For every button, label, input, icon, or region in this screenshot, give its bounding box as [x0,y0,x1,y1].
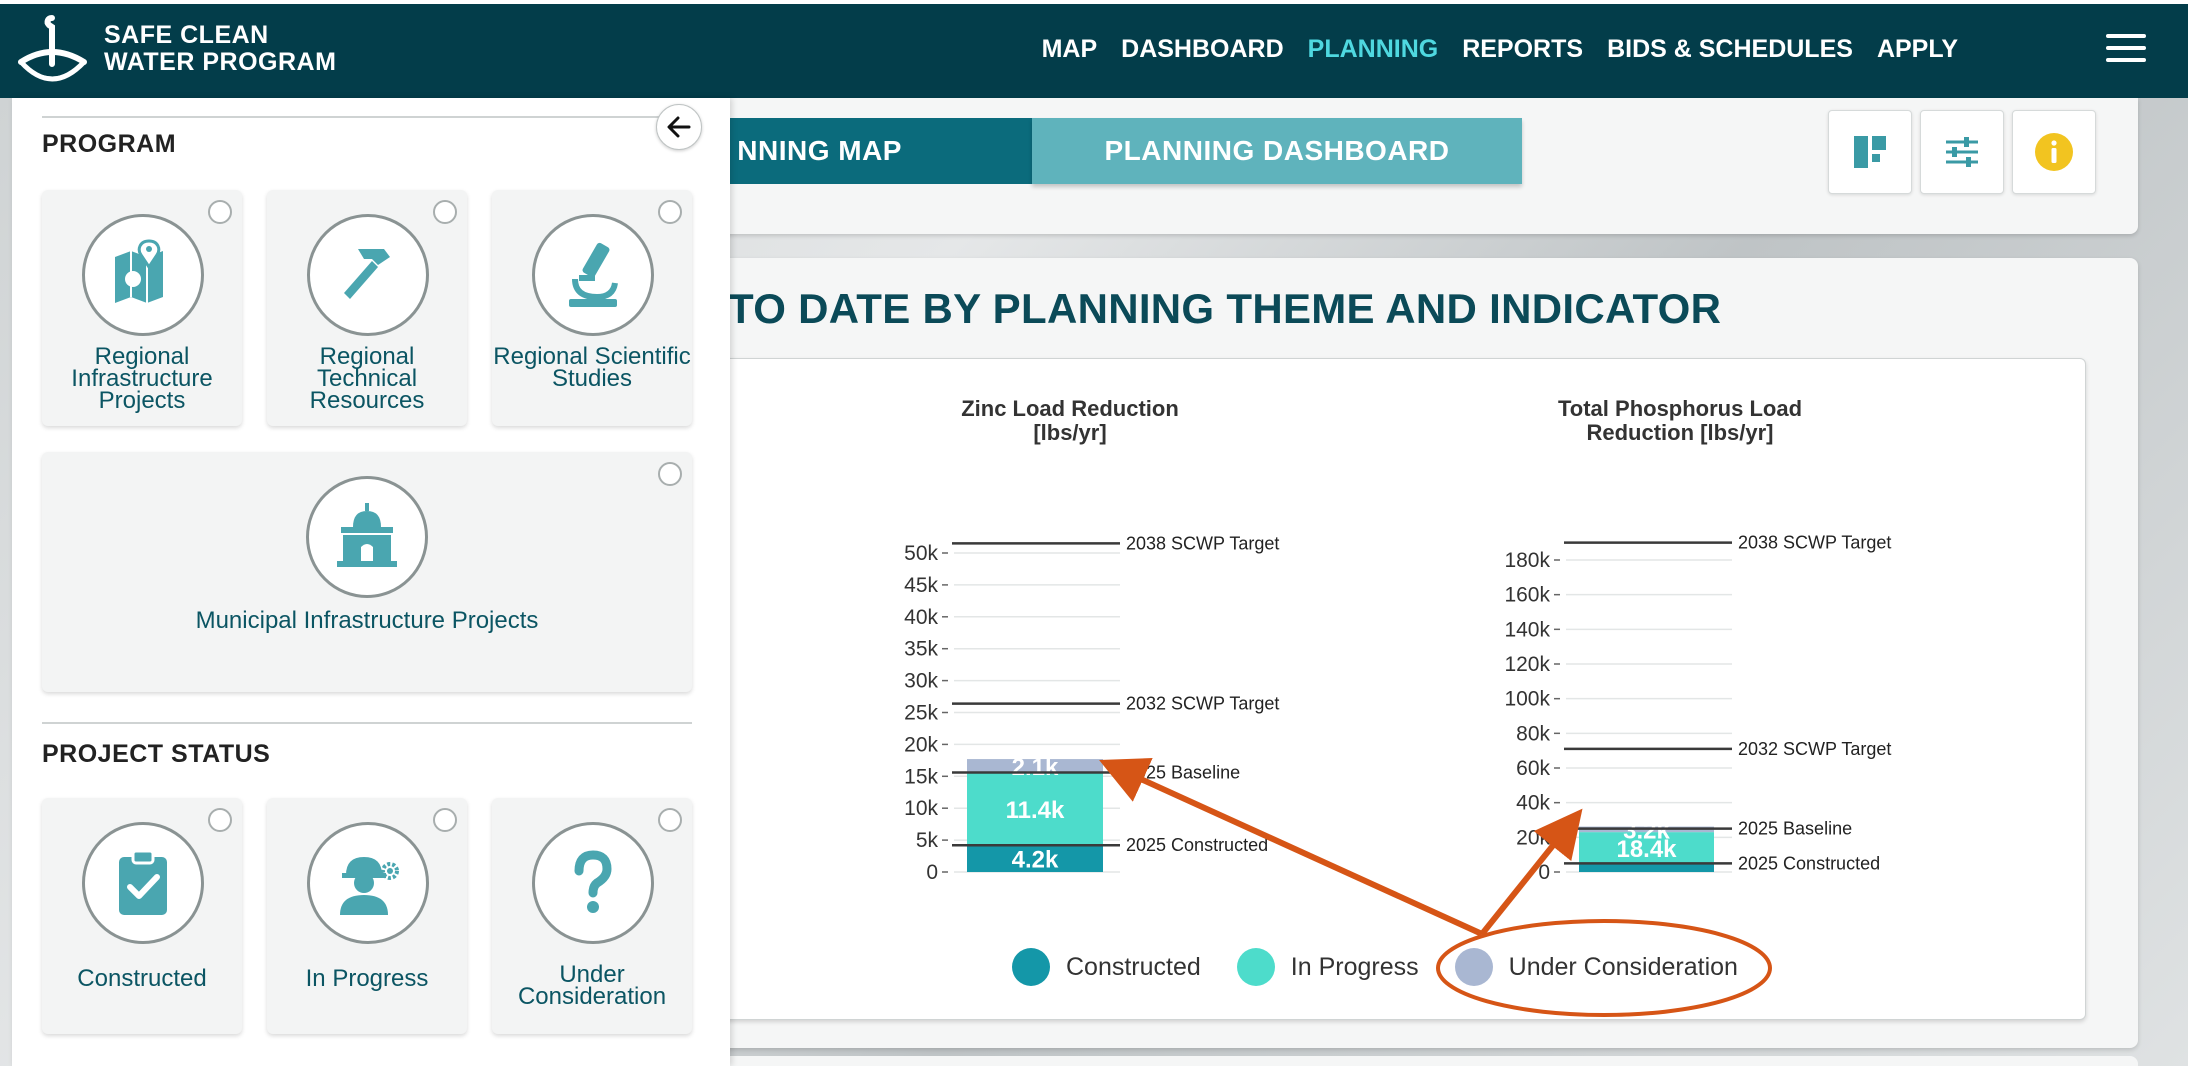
tick-label-zinc: 10k [904,797,938,820]
legend-in-progress[interactable]: In Progress [1236,948,1419,986]
tile-icon-circle [532,822,654,944]
tick-label-zinc: 30k [904,670,938,693]
tile-icon-circle [82,822,204,944]
tick-label-phosphorus: 60k [1516,757,1550,780]
tile-label: Municipal Infrastructure Projects [195,607,539,634]
tick-label-phosphorus: 140k [1504,618,1550,641]
tick-label-zinc: 0 [926,861,938,884]
tick-label-zinc: 45k [904,574,938,597]
tile-icon-circle [82,214,204,336]
tick-label-phosphorus: 100k [1504,688,1550,711]
tick-label-zinc: 50k [904,542,938,565]
legend-constructed[interactable]: Constructed [1012,948,1201,986]
reference-label-zinc: 2025 Baseline [1126,762,1240,782]
map-pin-icon [115,239,163,303]
reference-label-zinc: 2038 SCWP Target [1126,533,1279,553]
tick-label-phosphorus: 120k [1504,653,1550,676]
bar-label-phosphorus: 3.2k [1623,817,1670,844]
legend-under-consideration[interactable]: Under Consideration [1454,948,1738,986]
tick-label-phosphorus: 0 [1538,861,1550,884]
tile-icon-circle [307,822,429,944]
tile-icon-circle [307,214,429,336]
tile-icon-circle [306,476,428,598]
tile-regional-infrastructure-projects[interactable]: Regional Infrastructure Projects [42,190,242,426]
reference-label-phosphorus: 2025 Constructed [1738,853,1880,873]
tile-radio[interactable] [658,200,682,224]
tile-radio[interactable] [433,808,457,832]
reference-label-zinc: 2032 SCWP Target [1126,694,1279,714]
panel-top-divider [42,116,692,118]
tick-label-phosphorus: 160k [1504,584,1550,607]
clipboard-check-icon [119,849,167,915]
tick-label-phosphorus: 40k [1516,792,1550,815]
tick-label-zinc: 40k [904,606,938,629]
bar-phosphorus-constructed [1579,864,1714,872]
tile-radio[interactable] [658,462,682,486]
tile-label: Regional Scientific Studies [493,343,691,392]
panel-divider [42,722,692,724]
tick-label-zinc: 25k [904,702,938,725]
bar-label-zinc: 2.1k [1012,754,1059,781]
question-icon [574,850,612,913]
tick-label-zinc: 35k [904,638,938,661]
legend-label-under-consideration: Under Consideration [1508,952,1738,981]
status-section-title: PROJECT STATUS [42,740,271,768]
collapse-panel-button[interactable] [656,104,702,150]
tick-label-phosphorus: 20k [1516,826,1550,849]
legend-label-constructed: Constructed [1066,952,1201,981]
tile-constructed[interactable]: Constructed [42,798,242,1034]
legend-dot-in-progress [1236,948,1275,986]
tile-in-progress[interactable]: In Progress [267,798,467,1034]
bar-label-zinc: 11.4k [1006,797,1065,824]
tick-label-zinc: 20k [904,733,938,756]
reference-label-phosphorus: 2038 SCWP Target [1738,533,1891,553]
tile-radio[interactable] [208,808,232,832]
reference-label-phosphorus: 2032 SCWP Target [1738,739,1891,759]
tile-radio[interactable] [208,200,232,224]
worker-gear-icon [340,857,399,915]
chart-legend: Constructed In Progress Under Considerat… [1012,948,1738,986]
hammer-icon [344,249,390,299]
legend-label-in-progress: In Progress [1290,952,1419,981]
reference-label-zinc: 2025 Constructed [1126,835,1268,855]
tile-label: In Progress [305,965,429,992]
tile-icon-circle [532,214,654,336]
tile-label: Regional Infrastructure Projects [71,343,213,414]
tile-radio[interactable] [433,200,457,224]
reference-label-phosphorus: 2025 Baseline [1738,819,1852,839]
tile-label: Under Consideration [517,961,667,1010]
program-section-title: PROGRAM [42,130,177,158]
tile-label: Regional Technical Resources [309,343,425,414]
legend-dot-constructed [1012,948,1050,986]
city-hall-icon [337,503,397,567]
tile-regional-scientific-studies[interactable]: Regional Scientific Studies [492,190,692,426]
tick-label-zinc: 5k [916,829,939,852]
tile-under-consideration[interactable]: Under Consideration [492,798,692,1034]
legend-dot-under-consideration [1454,948,1493,986]
tick-label-phosphorus: 80k [1516,722,1550,745]
bar-label-zinc: 4.2k [1012,847,1059,874]
tile-municipal-infrastructure-projects[interactable]: Municipal Infrastructure Projects [42,452,692,692]
tile-label: Constructed [77,965,207,992]
tile-regional-technical-resources[interactable]: Regional Technical Resources [267,190,467,426]
tick-label-phosphorus: 180k [1504,549,1550,572]
microscope-icon [569,242,618,307]
tile-radio[interactable] [658,808,682,832]
arrow-left-icon [667,116,691,138]
tick-label-zinc: 15k [904,765,938,788]
